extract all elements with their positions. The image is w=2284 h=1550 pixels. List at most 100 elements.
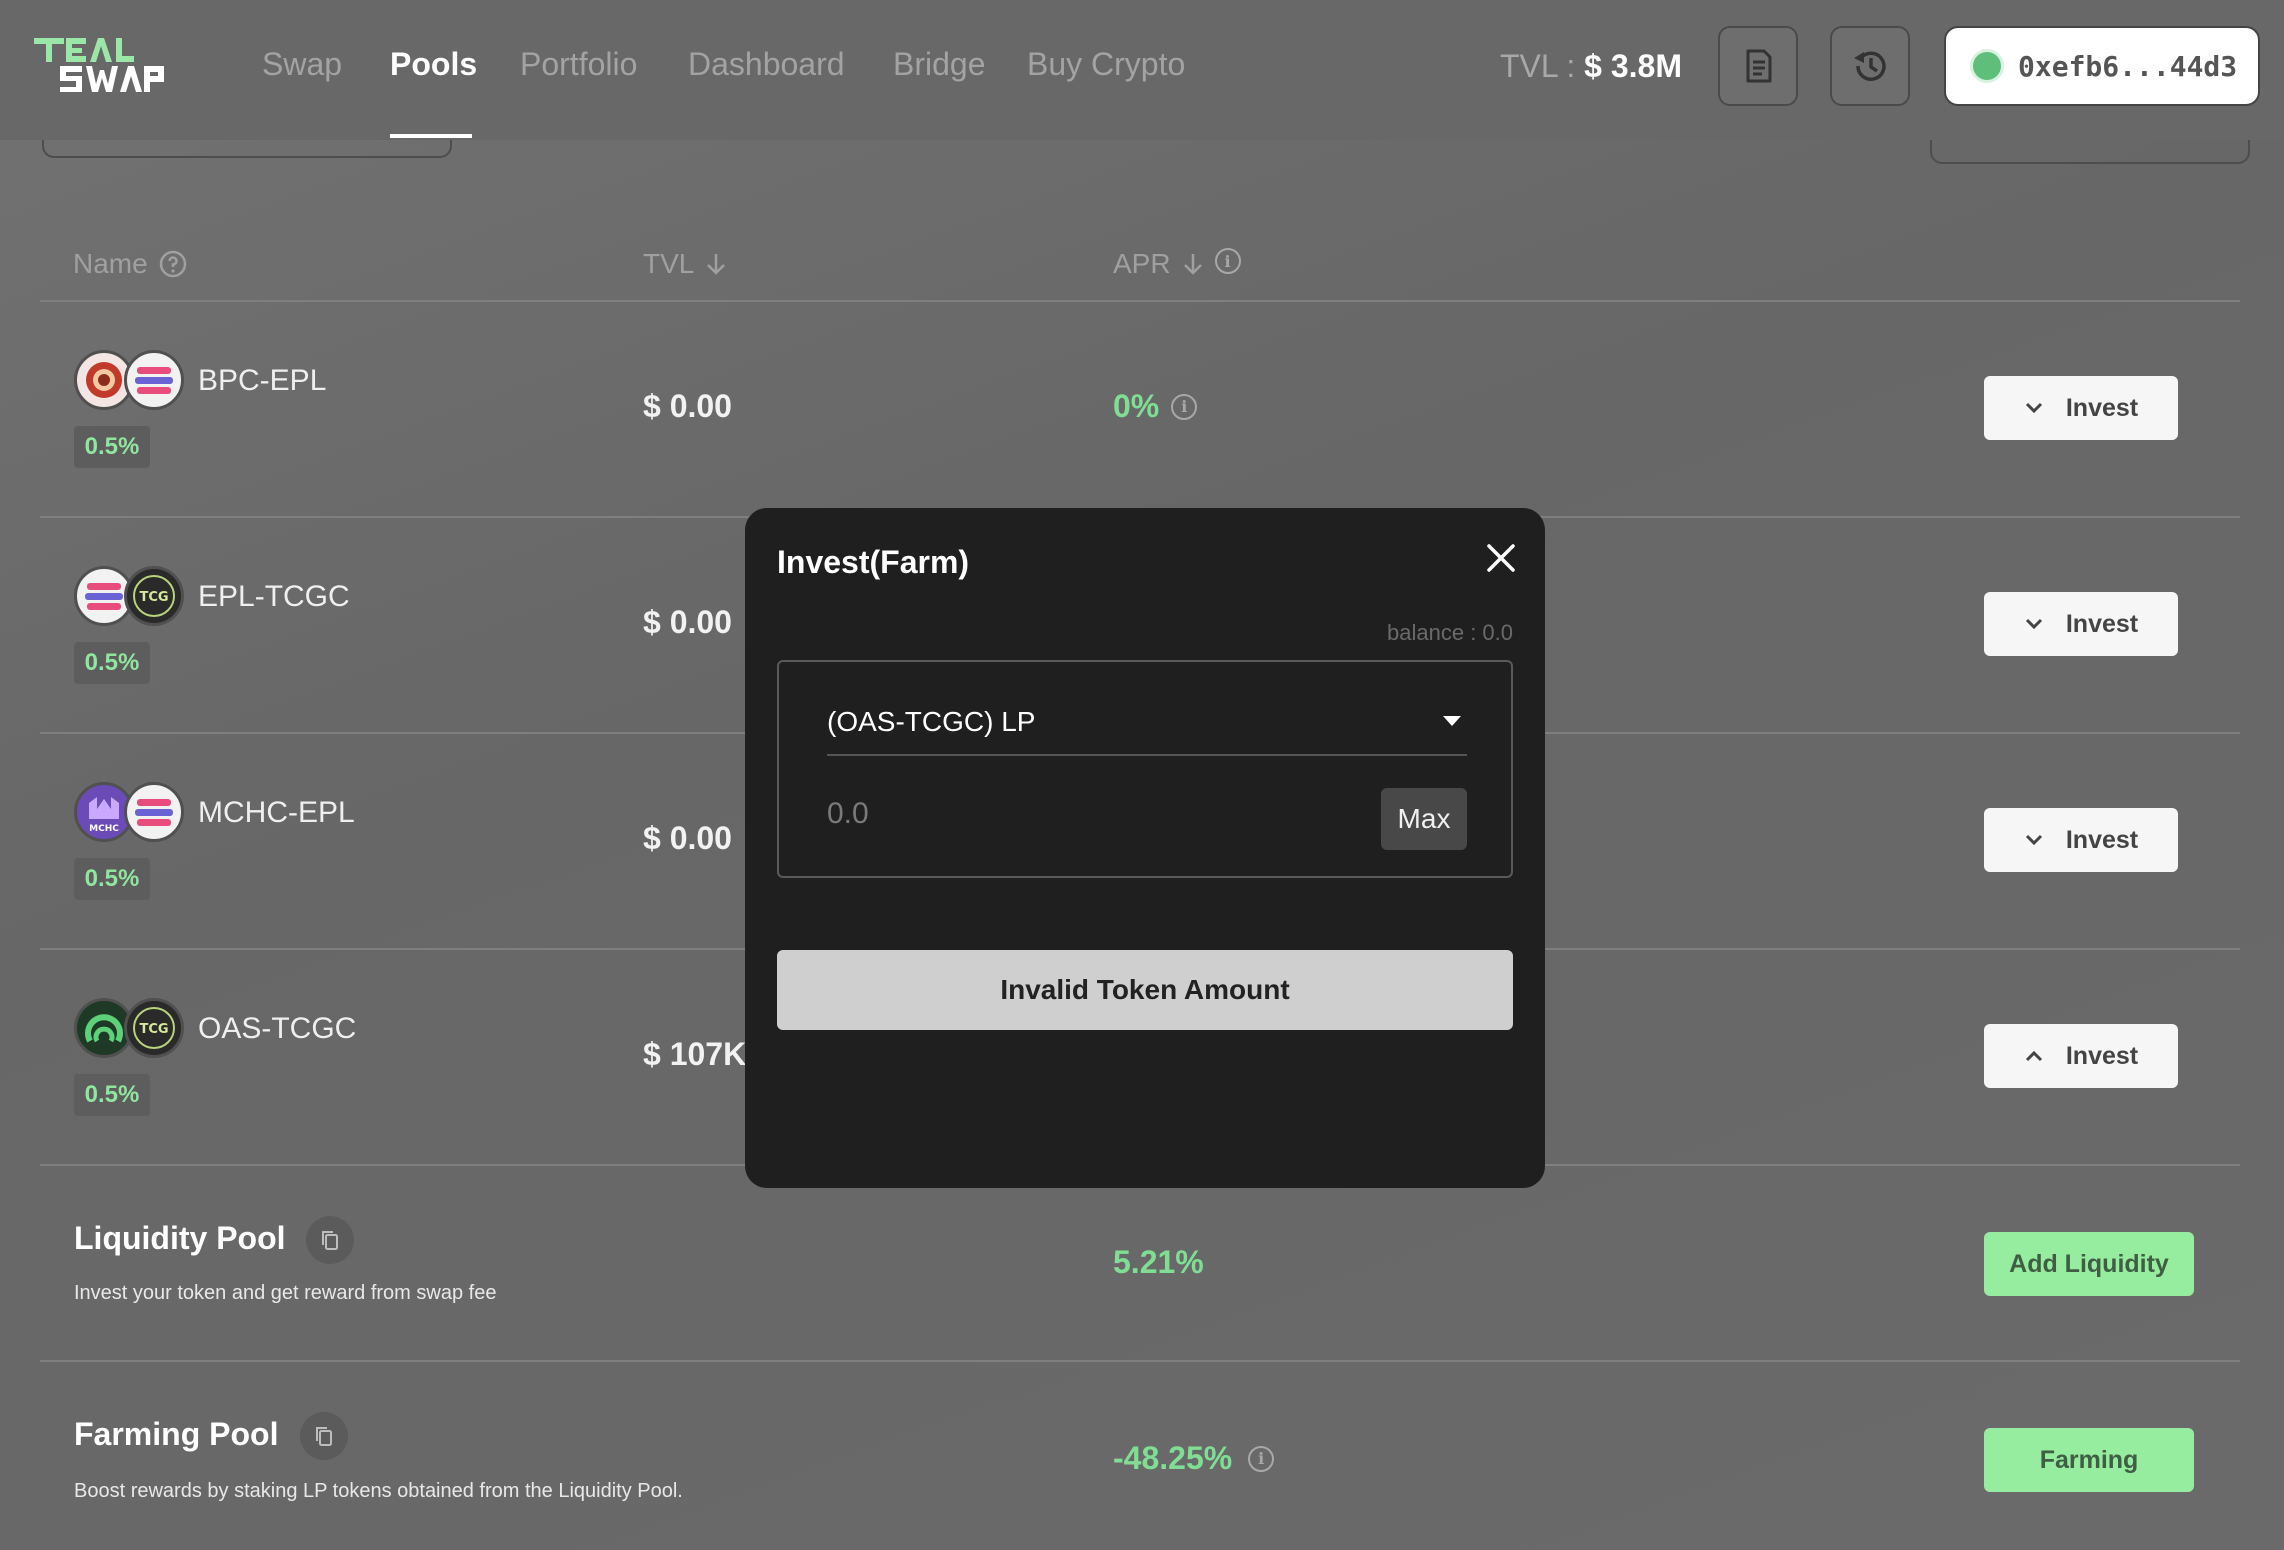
liquidity-pool-apr-value: 5.21% — [1113, 1244, 1204, 1280]
wallet-address: 0xefb6...44d3 — [2018, 49, 2238, 83]
epl-token-icon — [124, 350, 184, 410]
close-icon[interactable] — [1481, 538, 1521, 578]
invest-button[interactable]: Invest — [1984, 808, 2178, 872]
pool-tvl: $ 107K — [643, 1036, 747, 1072]
invest-farm-modal: Invest(Farm) balance : 0.0 (OAS-TCGC) LP… — [745, 508, 1545, 1188]
pool-pair-name: OAS-TCGC — [198, 1012, 357, 1045]
column-header-apr[interactable]: APR i — [1113, 248, 1241, 280]
invest-button-label: Invest — [2065, 393, 2139, 422]
farming-pool-apr-value: -48.25% — [1113, 1440, 1233, 1476]
farming-button[interactable]: Farming — [1984, 1428, 2194, 1492]
lp-balance: balance : 0.0 — [1387, 620, 1513, 645]
max-button-label: Max — [1397, 803, 1451, 834]
submit-button-label: Invalid Token Amount — [1000, 974, 1290, 1005]
chevron-up-icon — [2025, 1050, 2042, 1062]
pool-row-bpc-epl: BPC-EPL 0.5% $ 0.00 0% i Invest — [0, 300, 2284, 516]
column-header-tvl[interactable]: TVL — [643, 248, 728, 280]
fee-badge: 0.5% — [74, 858, 150, 900]
liquidity-pool-apr: 5.21% — [1113, 1244, 1204, 1281]
token-pair-icons: TCG — [74, 566, 184, 628]
pool-apr-value: 0% — [1113, 388, 1160, 424]
nav-link-dashboard[interactable]: Dashboard — [688, 42, 845, 86]
pool-tvl: $ 0.00 — [643, 820, 732, 856]
pool-tvl: $ 0.00 — [643, 388, 732, 424]
nav-link-swap[interactable]: Swap — [262, 42, 342, 86]
sort-down-arrow-icon — [707, 254, 726, 275]
invest-button[interactable]: Invest — [1984, 376, 2178, 440]
top-navbar: Swap Pools Portfolio Dashboard Bridge Bu… — [0, 0, 2284, 140]
tcgc-token-icon: TCG — [124, 998, 184, 1058]
history-button[interactable] — [1830, 26, 1910, 106]
tvl-label: TVL : — [1500, 48, 1576, 84]
invest-button-label: Invest — [2065, 1041, 2139, 1070]
chevron-down-icon — [2025, 402, 2042, 414]
pool-tvl: $ 0.00 — [643, 604, 732, 640]
document-icon — [1746, 49, 1772, 83]
lp-token-select-value: (OAS-TCGC) LP — [827, 706, 1036, 737]
pool-pair-name: MCHC-EPL — [198, 796, 355, 829]
farming-pool-apr: -48.25% i — [1113, 1440, 1275, 1477]
column-header-name-label: Name — [73, 248, 148, 279]
token-input-panel: (OAS-TCGC) LP Max — [777, 660, 1513, 878]
liquidity-pool-copy-button[interactable] — [306, 1216, 354, 1264]
amount-input[interactable] — [827, 784, 1367, 844]
history-icon — [1854, 51, 1886, 81]
tvl-value: $ 3.8M — [1584, 48, 1682, 84]
apr-info-icon[interactable]: i — [1171, 393, 1198, 420]
svg-text:MCHC: MCHC — [89, 824, 119, 834]
tealswap-logo[interactable] — [34, 36, 178, 94]
copy-icon — [316, 1427, 332, 1446]
chevron-down-icon — [2025, 618, 2042, 630]
modal-title: Invest(Farm) — [777, 544, 970, 580]
wallet-avatar — [1970, 49, 2004, 83]
column-header-apr-label: APR — [1113, 248, 1171, 279]
tcgc-token-icon: TCG — [124, 566, 184, 626]
fee-badge: 0.5% — [74, 426, 150, 468]
pool-apr: 0% i — [1113, 388, 1198, 425]
liquidity-pool-description: Invest your token and get reward from sw… — [74, 1282, 497, 1304]
copy-icon — [322, 1231, 338, 1250]
active-nav-indicator — [390, 134, 472, 138]
lp-token-select[interactable]: (OAS-TCGC) LP — [827, 702, 1467, 756]
total-tvl: TVL : $ 3.8M — [1500, 44, 1682, 88]
sort-down-arrow-icon — [1183, 254, 1202, 275]
chevron-down-icon — [2025, 834, 2042, 846]
nav-link-bridge[interactable]: Bridge — [893, 42, 986, 86]
farming-pool-section: Farming Pool Boost rewards by staking LP… — [0, 1362, 2284, 1550]
invest-button-label: Invest — [2065, 825, 2139, 854]
apr-info-icon[interactable]: i — [1248, 1445, 1275, 1472]
column-header-name[interactable]: Name — [73, 248, 188, 280]
add-liquidity-button[interactable]: Add Liquidity — [1984, 1232, 2194, 1296]
pool-pair-name: BPC-EPL — [198, 364, 327, 397]
column-header-tvl-label: TVL — [643, 248, 695, 279]
farming-button-label: Farming — [2039, 1445, 2139, 1474]
invest-button[interactable]: Invest — [1984, 592, 2178, 656]
farming-pool-copy-button[interactable] — [300, 1412, 348, 1460]
liquidity-pool-title: Liquidity Pool — [74, 1220, 286, 1256]
help-icon[interactable] — [158, 249, 188, 279]
svg-text:TCG: TCG — [139, 1022, 168, 1037]
apr-info-icon[interactable]: i — [1214, 248, 1241, 274]
farming-pool-title: Farming Pool — [74, 1416, 279, 1452]
token-pair-icons: MCHC — [74, 782, 184, 844]
pool-pair-name: EPL-TCGC — [198, 580, 350, 613]
fee-badge: 0.5% — [74, 642, 150, 684]
nav-link-pools[interactable]: Pools — [390, 42, 477, 86]
add-liquidity-button-label: Add Liquidity — [2009, 1249, 2169, 1278]
caret-down-icon — [1443, 716, 1461, 726]
nav-link-buy-crypto[interactable]: Buy Crypto — [1027, 42, 1185, 86]
liquidity-pool-section: Liquidity Pool Invest your token and get… — [0, 1166, 2284, 1360]
invest-button[interactable]: Invest — [1984, 1024, 2178, 1088]
svg-text:TCG: TCG — [139, 590, 168, 605]
fee-badge: 0.5% — [74, 1074, 150, 1116]
epl-token-icon — [124, 782, 184, 842]
token-pair-icons: TCG — [74, 998, 184, 1060]
invest-button-label: Invest — [2065, 609, 2139, 638]
wallet-button[interactable]: 0xefb6...44d3 — [1944, 26, 2260, 106]
submit-button[interactable]: Invalid Token Amount — [777, 950, 1513, 1030]
max-button[interactable]: Max — [1381, 788, 1467, 850]
farming-pool-description: Boost rewards by staking LP tokens obtai… — [74, 1480, 683, 1502]
docs-button[interactable] — [1718, 26, 1798, 106]
nav-link-portfolio[interactable]: Portfolio — [520, 42, 637, 86]
token-pair-icons — [74, 350, 184, 412]
